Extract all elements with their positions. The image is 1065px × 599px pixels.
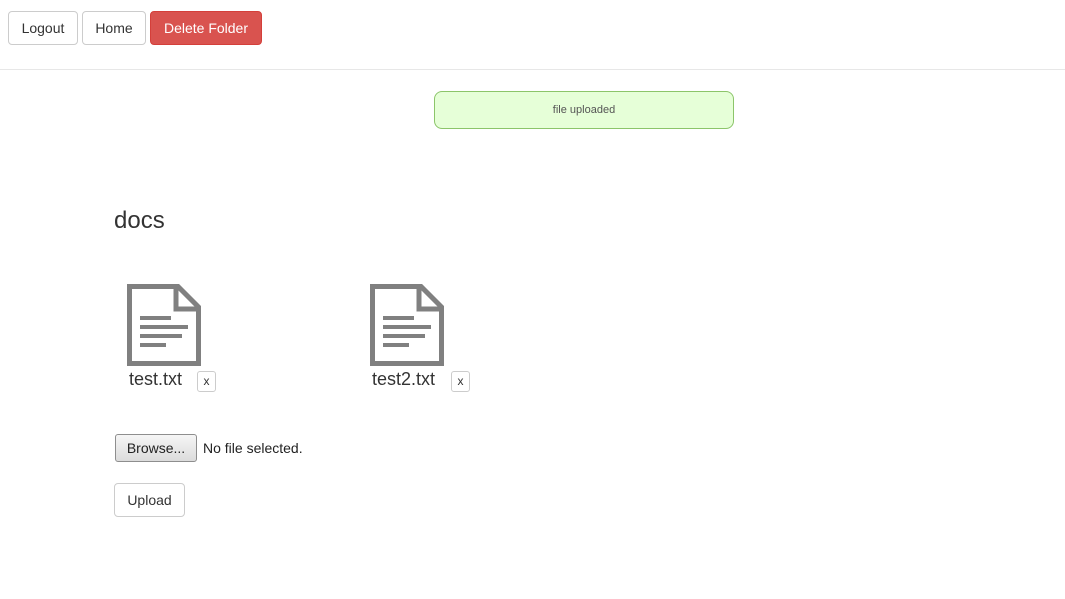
- top-toolbar: Logout Home Delete Folder: [0, 0, 1065, 70]
- home-button[interactable]: Home: [82, 11, 146, 45]
- document-icon[interactable]: [370, 284, 444, 366]
- logout-button[interactable]: Logout: [8, 11, 78, 45]
- browse-button[interactable]: Browse...: [115, 434, 197, 462]
- folder-title: docs: [114, 207, 165, 234]
- document-icon[interactable]: [127, 284, 201, 366]
- file-input-status: No file selected.: [203, 440, 303, 456]
- delete-folder-button[interactable]: Delete Folder: [150, 11, 262, 45]
- success-alert: file uploaded: [434, 91, 734, 129]
- file-name[interactable]: test2.txt: [372, 367, 435, 391]
- delete-file-button[interactable]: x: [451, 371, 470, 392]
- upload-button[interactable]: Upload: [114, 483, 185, 517]
- delete-file-button[interactable]: x: [197, 371, 216, 392]
- file-name[interactable]: test.txt: [129, 367, 182, 391]
